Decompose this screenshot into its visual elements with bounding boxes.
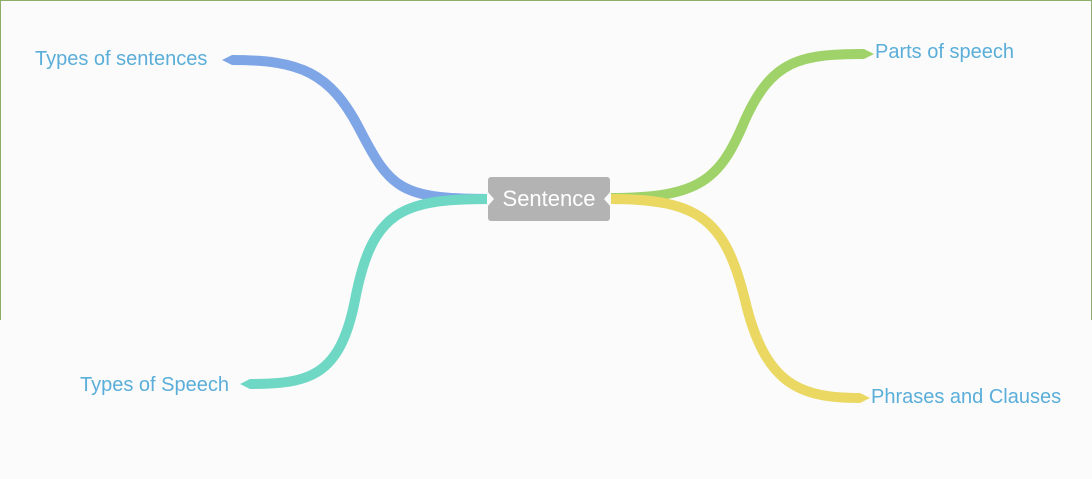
branch-label-phrases-and-clauses[interactable]: Phrases and Clauses: [871, 385, 1061, 409]
link-end-phrases-and-clauses: [860, 393, 870, 403]
mind-map-canvas: Sentence Types of sentences Parts of spe…: [0, 0, 1092, 479]
link-end-types-of-sentences: [222, 55, 232, 65]
central-topic-label: Sentence: [502, 186, 596, 211]
central-node-right-notch: [604, 191, 611, 207]
link-parts-of-speech: [609, 49, 865, 203]
branch-label-types-of-sentences[interactable]: Types of sentences: [35, 47, 207, 71]
branch-label-types-of-speech[interactable]: Types of Speech: [80, 373, 229, 397]
link-phrases-and-clauses: [609, 194, 861, 403]
link-types-of-sentences: [231, 55, 489, 204]
link-types-of-speech: [249, 194, 489, 389]
branch-label-parts-of-speech[interactable]: Parts of speech: [875, 40, 1014, 64]
central-node-left-notch: [487, 191, 494, 207]
central-topic-node[interactable]: Sentence: [487, 177, 611, 221]
link-end-types-of-speech: [240, 379, 250, 389]
link-end-parts-of-speech: [864, 49, 874, 59]
